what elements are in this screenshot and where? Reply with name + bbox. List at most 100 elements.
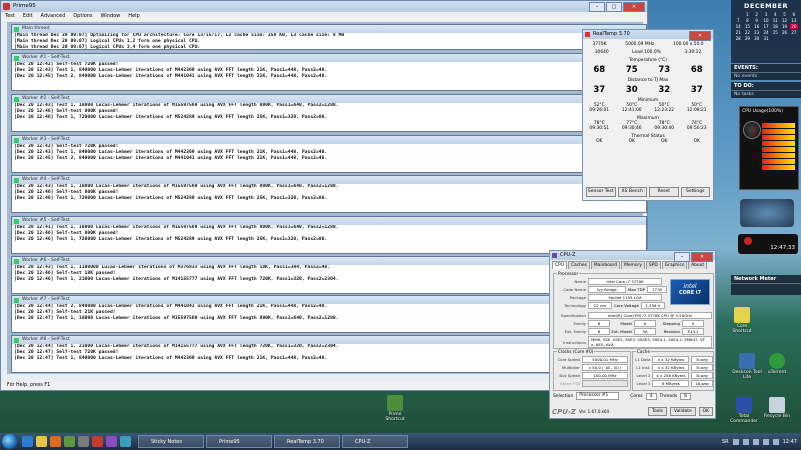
calendar-day[interactable]: 8 bbox=[743, 18, 751, 23]
menu-help[interactable]: Help bbox=[128, 12, 139, 21]
taskbar-item-cpuz[interactable]: CPU-Z bbox=[342, 435, 408, 448]
tab-spd[interactable]: SPD bbox=[645, 261, 661, 269]
calendar-day[interactable]: 16 bbox=[753, 24, 761, 29]
desktop-icon-recycle-bin[interactable]: Recycle Bin bbox=[762, 397, 792, 419]
calendar-day[interactable]: 29 bbox=[743, 36, 751, 41]
calendar-day[interactable]: 30 bbox=[753, 36, 761, 41]
calendar-day[interactable]: 9 bbox=[753, 18, 761, 23]
menu-options[interactable]: Options bbox=[73, 12, 92, 21]
calendar-day[interactable]: 19 bbox=[780, 24, 788, 29]
taskbar-item-realtemp[interactable]: RealTemp 3.70 bbox=[274, 435, 340, 448]
network-icon[interactable] bbox=[772, 438, 779, 445]
app-icon[interactable] bbox=[106, 436, 117, 447]
calendar-day[interactable]: 5 bbox=[780, 12, 788, 17]
worker-window[interactable]: Worker #4 - Self-Test [Dec 20 12:43] Test… bbox=[11, 175, 647, 213]
network-meter-gadget[interactable]: Network Meter bbox=[731, 275, 801, 295]
calendar-day[interactable]: 17 bbox=[762, 24, 770, 29]
tab-graphics[interactable]: Graphics bbox=[661, 261, 688, 269]
tab-mainboard[interactable]: Mainboard bbox=[590, 261, 621, 269]
maximize-button[interactable]: □ bbox=[606, 2, 622, 12]
calendar-day[interactable]: 2 bbox=[753, 12, 761, 17]
tools-button[interactable]: Tools bbox=[648, 407, 667, 416]
calendar-day[interactable]: 22 bbox=[743, 30, 751, 35]
clock-gadget[interactable]: 12:47:33 bbox=[738, 234, 798, 254]
tab-about[interactable]: About bbox=[688, 261, 708, 269]
ok-button[interactable]: OK bbox=[698, 407, 713, 416]
processor-select[interactable]: Processor #1 bbox=[576, 392, 620, 400]
tab-caches[interactable]: Caches bbox=[567, 261, 590, 269]
realtemp-close-button[interactable]: ✕ bbox=[689, 31, 711, 41]
calendar-day[interactable]: 27 bbox=[790, 30, 798, 35]
calendar-day[interactable]: 12 bbox=[780, 18, 788, 23]
app-icon[interactable] bbox=[92, 436, 103, 447]
start-button[interactable] bbox=[2, 434, 17, 449]
worker-window[interactable]: Worker #2 - Self-Test [Dec 20 12:43] Test… bbox=[11, 94, 647, 132]
app-icon[interactable] bbox=[78, 436, 89, 447]
menu-edit[interactable]: Edit bbox=[23, 12, 33, 21]
calendar-day[interactable]: 18 bbox=[771, 24, 779, 29]
cpuz-titlebar[interactable]: CPU-Z – ✕ bbox=[550, 251, 715, 262]
cpu-meter-gadget[interactable]: CPU Usage(100%) bbox=[739, 106, 799, 190]
close-button[interactable]: ✕ bbox=[623, 2, 645, 12]
calendar-day[interactable]: 6 bbox=[790, 12, 798, 17]
calendar-day[interactable]: 7 bbox=[734, 18, 742, 23]
l3-label: Level 3 bbox=[636, 381, 651, 386]
menu-advanced[interactable]: Advanced bbox=[41, 12, 66, 21]
menu-test[interactable]: Test bbox=[5, 12, 15, 21]
calendar-day[interactable]: 1 bbox=[743, 12, 751, 17]
realtemp-titlebar[interactable]: RealTemp 3.70 ✕ bbox=[583, 30, 713, 41]
worker-title: Worker #2 - Self-Test bbox=[22, 96, 70, 101]
worker-window[interactable]: Worker #5 - Self-Test [Dec 20 12:41] Test… bbox=[11, 216, 647, 254]
taskbar-clock[interactable]: 12:47 bbox=[783, 439, 797, 445]
desktop-icon-core-shortcut[interactable]: Core Shortcut bbox=[727, 307, 757, 334]
calendar-day[interactable]: 4 bbox=[771, 12, 779, 17]
calendar-day[interactable]: 13 bbox=[790, 18, 798, 23]
calendar-day[interactable]: 15 bbox=[743, 24, 751, 29]
calendar-gadget[interactable]: DECEMBER 1 2 3 4 5 6 7 8 9 10 11 12 13 14 15 16 17 18 19 20… bbox=[731, 0, 801, 63]
language-indicator[interactable]: SR bbox=[722, 439, 729, 445]
calendar-day[interactable]: 26 bbox=[780, 30, 788, 35]
calendar-day[interactable]: 23 bbox=[753, 30, 761, 35]
prime95-titlebar[interactable]: Prime95 – □ ✕ bbox=[1, 1, 647, 12]
validate-button[interactable]: Validate bbox=[669, 407, 696, 416]
tab-cpu[interactable]: CPU bbox=[552, 261, 567, 269]
sensor-test-button[interactable]: Sensor Test bbox=[586, 187, 616, 197]
app-icon[interactable] bbox=[120, 436, 131, 447]
calendar-day[interactable]: 21 bbox=[734, 30, 742, 35]
tab-memory[interactable]: Memory bbox=[621, 261, 645, 269]
weather-gadget[interactable] bbox=[740, 199, 794, 227]
calendar-day[interactable]: 14 bbox=[734, 24, 742, 29]
taskbar-item-prime95[interactable]: Prime95 bbox=[206, 435, 272, 448]
desktop-icon-total-commander[interactable]: Total Commander bbox=[729, 397, 759, 424]
app-icon[interactable] bbox=[64, 436, 75, 447]
main-thread-window[interactable]: Main thread [Main thread Dec 20 09:07] O… bbox=[11, 24, 647, 50]
calendar-day[interactable]: 11 bbox=[771, 18, 779, 23]
worker-window[interactable]: Worker #3 - Self-Test [Dec 20 12:42] Self… bbox=[11, 135, 647, 173]
calendar-day[interactable]: 31 bbox=[762, 36, 770, 41]
desktop-icon-deskcon[interactable]: Deskcon Tool Lite bbox=[732, 353, 762, 380]
tray-icon[interactable] bbox=[752, 438, 759, 445]
xs-bench-button[interactable]: XS Bench bbox=[617, 187, 647, 197]
calendar-day[interactable]: 24 bbox=[762, 30, 770, 35]
taskbar-item-sticky-notes[interactable]: Sticky Notes bbox=[138, 435, 204, 448]
calendar-day[interactable]: 20 bbox=[789, 24, 798, 29]
tray-icon[interactable] bbox=[742, 438, 749, 445]
cpuz-minimize-button[interactable]: – bbox=[674, 252, 690, 262]
settings-button[interactable]: Settings bbox=[680, 187, 710, 197]
reset-button[interactable]: Reset bbox=[649, 187, 679, 197]
calendar-day[interactable]: 28 bbox=[734, 36, 742, 41]
calendar-day[interactable]: 3 bbox=[762, 12, 770, 17]
desktop-icon-utorrent[interactable]: uTorrent bbox=[762, 353, 792, 375]
cpuz-close-button[interactable]: ✕ bbox=[691, 252, 713, 262]
calendar-day[interactable]: 25 bbox=[771, 30, 779, 35]
menu-window[interactable]: Window bbox=[101, 12, 121, 21]
worker-window[interactable]: Worker #1 - Self-Test [Dec 20 12:42] Self… bbox=[11, 53, 647, 91]
explorer-icon[interactable] bbox=[36, 436, 47, 447]
tray-icon[interactable] bbox=[732, 438, 739, 445]
media-player-icon[interactable] bbox=[50, 436, 61, 447]
desktop-icon-prime-shortcut[interactable]: Prime Shortcut bbox=[380, 395, 410, 422]
volume-icon[interactable] bbox=[762, 438, 769, 445]
calendar-day[interactable]: 10 bbox=[762, 18, 770, 23]
minimize-button[interactable]: – bbox=[589, 2, 605, 12]
ie-icon[interactable] bbox=[22, 436, 33, 447]
